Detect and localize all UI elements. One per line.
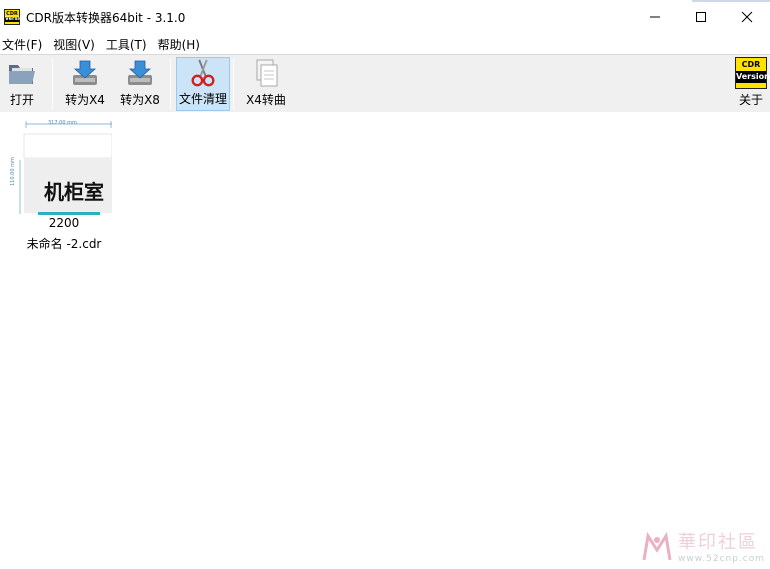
- drive-download-icon: [128, 60, 152, 85]
- convert-x8-button[interactable]: 转为X8: [117, 57, 163, 111]
- menu-file[interactable]: 文件(F): [0, 36, 49, 53]
- window-title: CDR版本转换器64bit - 3.1.0: [26, 10, 186, 25]
- menu-bar: 文件(F) 视图(V) 工具(T) 帮助(H): [0, 34, 770, 54]
- watermark: 華印社區 www.52cnp.com: [636, 524, 770, 569]
- convert-x4-label: 转为X4: [65, 93, 105, 107]
- menu-view[interactable]: 视图(V): [51, 36, 102, 53]
- maximize-button[interactable]: [678, 0, 724, 34]
- badge-stripe: [736, 83, 766, 88]
- minimize-button[interactable]: [632, 0, 678, 34]
- close-icon: [741, 11, 753, 23]
- about-label: 关于: [738, 93, 763, 107]
- watermark-title: 華印社區: [678, 532, 758, 553]
- convert-x8-label: 转为X8: [120, 93, 160, 107]
- file-clean-label: 文件清理: [178, 92, 227, 106]
- open-button[interactable]: 打开: [2, 57, 42, 111]
- badge-text-top: CDR: [736, 58, 766, 71]
- open-label: 打开: [9, 93, 34, 107]
- thumb-width-dimension: 317.00 mm: [48, 120, 77, 126]
- menu-help[interactable]: 帮助(H): [156, 36, 207, 53]
- file-name-line1: 2200: [48, 216, 80, 230]
- toolbar: 打开 转为X4 转为X8 文件清理 X4转曲 CDR Version 关于: [0, 54, 770, 112]
- scissors-icon: [191, 59, 215, 87]
- about-button[interactable]: CDR Version 关于: [733, 57, 770, 111]
- drive-download-icon: [73, 60, 97, 85]
- title-bar: CDR Version CDR版本转换器64bit - 3.1.0: [0, 0, 770, 34]
- watermark-url: www.52cnp.com: [678, 554, 766, 564]
- toolbar-separator: [233, 59, 234, 109]
- close-button[interactable]: [724, 0, 770, 34]
- watermark-logo-icon: [642, 531, 672, 561]
- x4-curve-label: X4转曲: [246, 93, 286, 107]
- window-controls: [632, 0, 770, 34]
- thumb-height-dimension: 110.00 mm: [10, 157, 16, 186]
- file-clean-button[interactable]: 文件清理: [176, 57, 230, 111]
- x4-curve-button[interactable]: X4转曲: [241, 57, 291, 111]
- minimize-icon: [650, 16, 660, 18]
- file-list-area[interactable]: 317.00 mm 110.00 mm 机柜室 2200 未命名 -2.cdr: [0, 112, 770, 569]
- convert-x4-button[interactable]: 转为X4: [62, 57, 108, 111]
- thumb-title-text: 机柜室: [44, 180, 104, 204]
- badge-text-bottom: Version: [736, 71, 770, 83]
- file-name-line2: 未命名 -2.cdr: [26, 237, 102, 251]
- documents-icon: [256, 59, 278, 87]
- cdr-version-icon: CDR Version: [4, 9, 27, 25]
- maximize-icon: [696, 12, 706, 22]
- folder-open-icon: [9, 65, 35, 84]
- toolbar-separator: [170, 59, 171, 109]
- app-icon-text-bottom: Version: [5, 16, 27, 22]
- menu-tools[interactable]: 工具(T): [104, 36, 154, 53]
- toolbar-separator: [52, 59, 53, 109]
- cdr-version-icon: CDR Version: [735, 57, 770, 89]
